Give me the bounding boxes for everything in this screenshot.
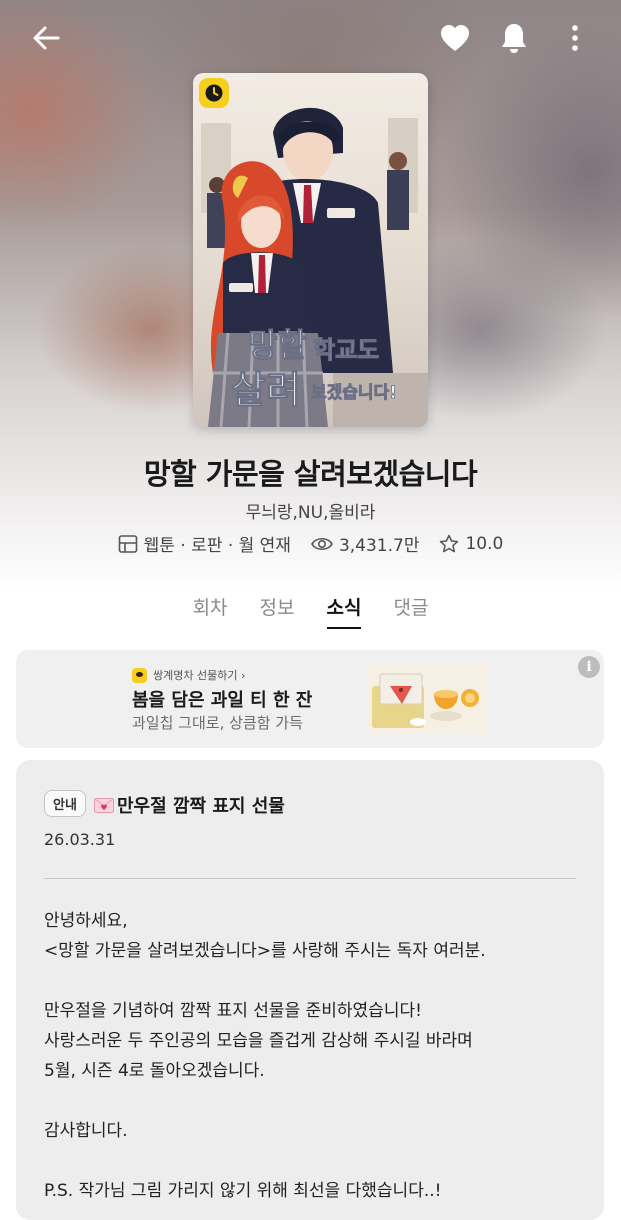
rating-value: 10.0 — [465, 533, 504, 554]
tab-bar: 회차 정보 소식 댓글 — [0, 593, 621, 629]
notice-body: 안녕하세요, <망할 가문을 살려보겠습니다>를 사랑해 주시는 독자 여러분.… — [44, 906, 584, 1206]
clock-icon — [205, 84, 223, 102]
star-icon — [440, 534, 459, 552]
back-button[interactable] — [26, 18, 66, 58]
kakao-gift-icon — [132, 667, 147, 683]
svg-text:보겠습니다!: 보겠습니다! — [311, 383, 397, 403]
genre-info: 웹툰 · 로판 · 월 연재 — [118, 531, 291, 556]
notice-category-badge: 안내 — [44, 790, 86, 817]
notice-divider — [44, 878, 576, 879]
notice-title: 만우절 깜짝 표지 선물 — [117, 796, 285, 817]
like-button[interactable] — [435, 18, 475, 58]
bell-icon — [502, 24, 526, 53]
series-authors[interactable]: 무늬랑,NU,올비라 — [0, 498, 621, 523]
tab-news[interactable]: 소식 — [326, 593, 361, 629]
series-meta: 웹툰 · 로판 · 월 연재 3,431.7만 10.0 — [0, 531, 621, 556]
views-info: 3,431.7만 — [311, 531, 420, 556]
notice-title-row: 만우절 깜짝 표지 선물 — [94, 792, 285, 818]
heart-icon — [441, 25, 469, 51]
eye-icon — [311, 537, 333, 550]
book-icon — [118, 534, 137, 553]
ad-info-icon[interactable]: i — [578, 656, 600, 678]
svg-text:살려: 살려 — [231, 368, 301, 412]
ad-subtitle: 과일칩 그대로, 상큼함 가득 — [132, 714, 303, 732]
ad-banner[interactable]: 쌍계명차 선물하기 › 봄을 담은 과일 티 한 잔 과일칩 그대로, 상큼함 … — [16, 650, 604, 748]
love-letter-icon — [94, 797, 114, 813]
notice-date: 26.03.31 — [44, 830, 116, 849]
views-count: 3,431.7만 — [338, 536, 420, 556]
back-arrow-icon — [33, 26, 60, 50]
svg-text:망할: 망할 — [248, 326, 307, 364]
series-title: 망할 가문을 살려보겠습니다 — [143, 457, 478, 491]
more-button[interactable] — [555, 18, 595, 58]
tab-episodes[interactable]: 회차 — [193, 593, 228, 626]
svg-text:학교도: 학교도 — [313, 336, 379, 364]
rating-info: 10.0 — [439, 534, 503, 554]
tab-info[interactable]: 정보 — [260, 593, 295, 626]
ad-brand-label: 쌍계명차 선물하기 › — [153, 669, 246, 682]
ad-brand: 쌍계명차 선물하기 › — [132, 667, 245, 683]
fruit-tea-product-image — [368, 664, 488, 734]
hero-backdrop: 망할 학교도 살려 보겠습니다! 망할 가문을 살려보겠습니다 무늬랑,NU,올… — [0, 0, 621, 590]
notice-card: 안내 만우절 깜짝 표지 선물 26.03.31 안녕하세요, <망할 가문을 … — [16, 760, 604, 1220]
series-cover-image[interactable]: 망할 학교도 살려 보겠습니다! — [193, 73, 428, 427]
more-vertical-icon — [572, 25, 578, 51]
ad-title: 봄을 담은 과일 티 한 잔 — [132, 690, 313, 711]
notice-paragraph: P.S. 작가님 그림 가리지 않기 위해 최선을 다했습니다..! — [44, 1181, 442, 1201]
notice-paragraph: 안녕하세요, <망할 가문을 살려보겠습니다>를 사랑해 주시는 독자 여러분. — [44, 911, 486, 961]
alarm-button[interactable] — [494, 18, 534, 58]
genre-text: 웹툰 · 로판 · 월 연재 — [143, 536, 291, 556]
tab-comments[interactable]: 댓글 — [393, 593, 428, 626]
notice-paragraph: 만우절을 기념하여 깜짝 표지 선물을 준비하였습니다! 사랑스러운 두 주인공… — [44, 1001, 473, 1081]
notice-paragraph: 감사합니다. — [44, 1121, 128, 1141]
wait-free-badge — [199, 78, 229, 108]
